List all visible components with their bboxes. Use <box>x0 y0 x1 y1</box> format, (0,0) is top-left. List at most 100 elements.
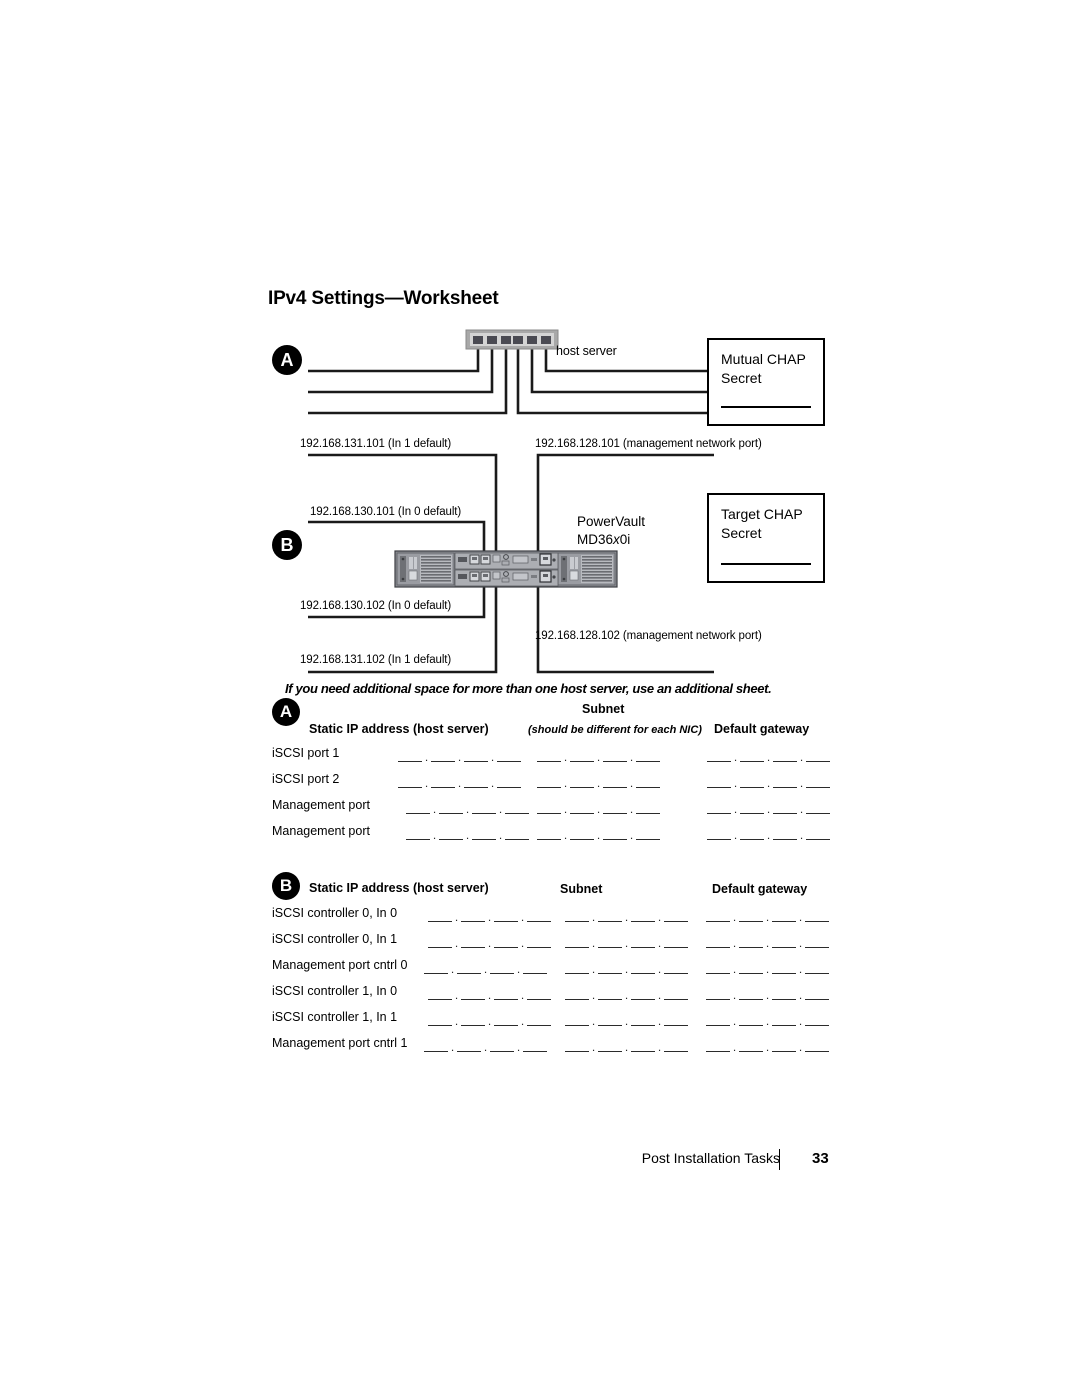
ip-octet-blank[interactable] <box>739 1014 763 1026</box>
ip-octet-blank[interactable] <box>739 936 763 948</box>
ip-octet-blank[interactable] <box>461 936 485 948</box>
ip-octet-blank[interactable] <box>631 910 655 922</box>
ip-octet-blank[interactable] <box>806 750 830 762</box>
ip-octet-blank[interactable] <box>523 1040 547 1052</box>
ip-octet-blank[interactable] <box>598 1040 622 1052</box>
ip-octet-blank[interactable] <box>490 962 514 974</box>
ip-octet-blank[interactable] <box>636 802 660 814</box>
ip-octet-blank[interactable] <box>706 936 730 948</box>
ip-octet-blank[interactable] <box>461 1014 485 1026</box>
ip-octet-blank[interactable] <box>631 1040 655 1052</box>
worksheet-b-field-subnet[interactable]: ... <box>565 1014 688 1027</box>
worksheet-a-field-default-gateway[interactable]: ... <box>707 828 830 841</box>
worksheet-a-field-static-ip[interactable]: ... <box>398 750 521 763</box>
ip-octet-blank[interactable] <box>565 936 589 948</box>
ip-octet-blank[interactable] <box>706 988 730 1000</box>
ip-octet-blank[interactable] <box>772 1040 796 1052</box>
ip-octet-blank[interactable] <box>772 910 796 922</box>
worksheet-b-field-subnet[interactable]: ... <box>565 910 688 923</box>
worksheet-a-field-default-gateway[interactable]: ... <box>707 802 830 815</box>
ip-octet-blank[interactable] <box>570 776 594 788</box>
ip-octet-blank[interactable] <box>565 1014 589 1026</box>
ip-octet-blank[interactable] <box>773 802 797 814</box>
ip-octet-blank[interactable] <box>707 750 731 762</box>
ip-octet-blank[interactable] <box>631 988 655 1000</box>
ip-octet-blank[interactable] <box>424 1040 448 1052</box>
worksheet-a-field-subnet[interactable]: ... <box>537 828 660 841</box>
target-chap-write-in-line[interactable] <box>721 563 811 565</box>
ip-octet-blank[interactable] <box>494 1014 518 1026</box>
worksheet-a-field-subnet[interactable]: ... <box>537 802 660 815</box>
ip-octet-blank[interactable] <box>439 828 463 840</box>
worksheet-b-field-static-ip[interactable]: ... <box>424 962 547 975</box>
ip-octet-blank[interactable] <box>707 802 731 814</box>
ip-octet-blank[interactable] <box>464 750 488 762</box>
ip-octet-blank[interactable] <box>664 910 688 922</box>
ip-octet-blank[interactable] <box>773 750 797 762</box>
ip-octet-blank[interactable] <box>805 988 829 1000</box>
ip-octet-blank[interactable] <box>740 802 764 814</box>
ip-octet-blank[interactable] <box>664 988 688 1000</box>
ip-octet-blank[interactable] <box>806 776 830 788</box>
ip-octet-blank[interactable] <box>565 1040 589 1052</box>
ip-octet-blank[interactable] <box>428 988 452 1000</box>
ip-octet-blank[interactable] <box>740 776 764 788</box>
ip-octet-blank[interactable] <box>457 1040 481 1052</box>
worksheet-b-field-static-ip[interactable]: ... <box>428 910 551 923</box>
ip-octet-blank[interactable] <box>537 828 561 840</box>
worksheet-b-field-subnet[interactable]: ... <box>565 1040 688 1053</box>
ip-octet-blank[interactable] <box>598 988 622 1000</box>
ip-octet-blank[interactable] <box>664 936 688 948</box>
ip-octet-blank[interactable] <box>739 962 763 974</box>
worksheet-b-field-subnet[interactable]: ... <box>565 962 688 975</box>
ip-octet-blank[interactable] <box>494 988 518 1000</box>
worksheet-b-field-default-gateway[interactable]: ... <box>706 910 829 923</box>
ip-octet-blank[interactable] <box>772 962 796 974</box>
worksheet-a-field-default-gateway[interactable]: ... <box>707 750 830 763</box>
ip-octet-blank[interactable] <box>772 988 796 1000</box>
worksheet-b-field-static-ip[interactable]: ... <box>428 988 551 1001</box>
ip-octet-blank[interactable] <box>565 988 589 1000</box>
worksheet-a-field-static-ip[interactable]: ... <box>398 776 521 789</box>
ip-octet-blank[interactable] <box>505 802 529 814</box>
worksheet-a-field-subnet[interactable]: ... <box>537 750 660 763</box>
ip-octet-blank[interactable] <box>706 962 730 974</box>
ip-octet-blank[interactable] <box>706 910 730 922</box>
worksheet-b-field-default-gateway[interactable]: ... <box>706 1014 829 1027</box>
ip-octet-blank[interactable] <box>398 776 422 788</box>
ip-octet-blank[interactable] <box>428 910 452 922</box>
ip-octet-blank[interactable] <box>570 802 594 814</box>
ip-octet-blank[interactable] <box>565 962 589 974</box>
ip-octet-blank[interactable] <box>706 1040 730 1052</box>
ip-octet-blank[interactable] <box>565 910 589 922</box>
ip-octet-blank[interactable] <box>527 936 551 948</box>
ip-octet-blank[interactable] <box>537 802 561 814</box>
ip-octet-blank[interactable] <box>773 776 797 788</box>
ip-octet-blank[interactable] <box>598 936 622 948</box>
ip-octet-blank[interactable] <box>772 936 796 948</box>
ip-octet-blank[interactable] <box>707 828 731 840</box>
ip-octet-blank[interactable] <box>598 962 622 974</box>
ip-octet-blank[interactable] <box>428 1014 452 1026</box>
ip-octet-blank[interactable] <box>805 1040 829 1052</box>
ip-octet-blank[interactable] <box>598 1014 622 1026</box>
worksheet-b-field-subnet[interactable]: ... <box>565 988 688 1001</box>
ip-octet-blank[interactable] <box>537 776 561 788</box>
ip-octet-blank[interactable] <box>772 1014 796 1026</box>
ip-octet-blank[interactable] <box>805 1014 829 1026</box>
ip-octet-blank[interactable] <box>740 828 764 840</box>
worksheet-a-field-default-gateway[interactable]: ... <box>707 776 830 789</box>
ip-octet-blank[interactable] <box>636 828 660 840</box>
ip-octet-blank[interactable] <box>457 962 481 974</box>
ip-octet-blank[interactable] <box>739 1040 763 1052</box>
ip-octet-blank[interactable] <box>527 910 551 922</box>
ip-octet-blank[interactable] <box>603 776 627 788</box>
ip-octet-blank[interactable] <box>805 910 829 922</box>
ip-octet-blank[interactable] <box>428 936 452 948</box>
ip-octet-blank[interactable] <box>490 1040 514 1052</box>
worksheet-b-field-default-gateway[interactable]: ... <box>706 936 829 949</box>
ip-octet-blank[interactable] <box>603 750 627 762</box>
worksheet-b-field-static-ip[interactable]: ... <box>428 936 551 949</box>
ip-octet-blank[interactable] <box>603 802 627 814</box>
worksheet-b-field-default-gateway[interactable]: ... <box>706 962 829 975</box>
